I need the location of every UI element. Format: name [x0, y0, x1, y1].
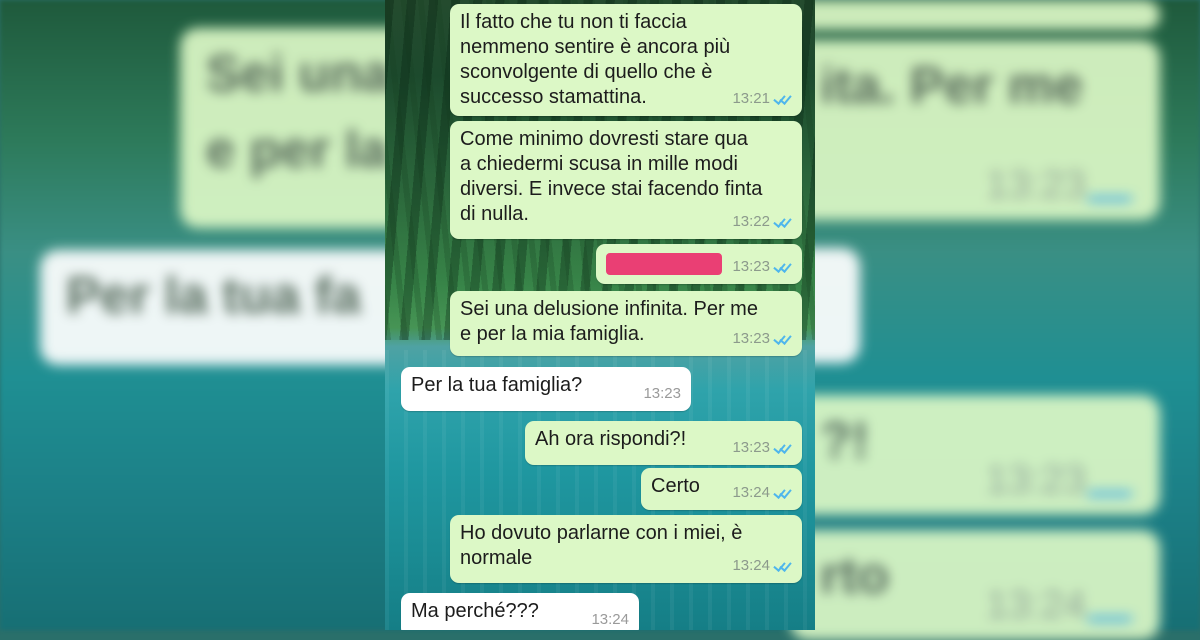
- ghost-read-ticks-icon: [1085, 174, 1147, 202]
- message-time: 13:24: [732, 557, 770, 574]
- ghost-bubble-left-incoming: Per la tua fa: [40, 250, 410, 365]
- read-ticks-icon: [774, 442, 792, 454]
- redaction-bar: [606, 253, 722, 275]
- message-bubble-outgoing[interactable]: Il fatto che tu non ti faccia nemmeno se…: [450, 4, 802, 116]
- message-time: 13:23: [732, 439, 770, 456]
- message-time: 13:24: [591, 611, 629, 628]
- ghost-bubble-right-main: ita. Per me 13:23: [790, 40, 1160, 220]
- message-time: 13:24: [732, 484, 770, 501]
- read-ticks-icon: [774, 560, 792, 572]
- message-time: 13:23: [732, 330, 770, 347]
- message-bubble-outgoing[interactable]: Ah ora rispondi?! 13:23: [525, 421, 802, 465]
- ghost-bubble-left-top: Sei una e per la: [180, 28, 410, 228]
- message-bubble-incoming[interactable]: Per la tua famiglia? 13:23: [401, 367, 691, 411]
- read-ticks-icon: [774, 333, 792, 345]
- chat-window[interactable]: Il fatto che tu non ti faccia nemmeno se…: [385, 0, 815, 630]
- message-time: 13:22: [732, 213, 770, 230]
- ghost-bubble-right-bottom: rto 13:24: [790, 530, 1160, 640]
- message-bubble-outgoing[interactable]: Sei una delusione infinita. Per me e per…: [450, 291, 802, 356]
- message-bubble-outgoing[interactable]: Come minimo dovresti stare qua a chieder…: [450, 121, 802, 239]
- message-text: Per la tua famiglia?: [411, 374, 583, 396]
- read-ticks-icon: [774, 216, 792, 228]
- read-ticks-icon: [774, 487, 792, 499]
- message-time: 13:23: [732, 258, 770, 275]
- message-bubble-outgoing[interactable]: Certo 13:24: [641, 468, 802, 510]
- message-time: 13:23: [643, 385, 681, 402]
- read-ticks-icon: [774, 261, 792, 273]
- read-ticks-icon: [774, 93, 792, 105]
- ghost-bubble-right-top: [790, 0, 1160, 30]
- message-bubble-outgoing-redacted[interactable]: 13:23: [596, 244, 802, 284]
- message-bubble-incoming[interactable]: Ma perché??? 13:24: [401, 593, 639, 630]
- message-time: 13:21: [732, 90, 770, 107]
- message-bubble-outgoing[interactable]: Ho dovuto parlarne con i miei, è normale…: [450, 515, 802, 583]
- ghost-bubble-right-mid: ?! 13:23: [790, 395, 1160, 515]
